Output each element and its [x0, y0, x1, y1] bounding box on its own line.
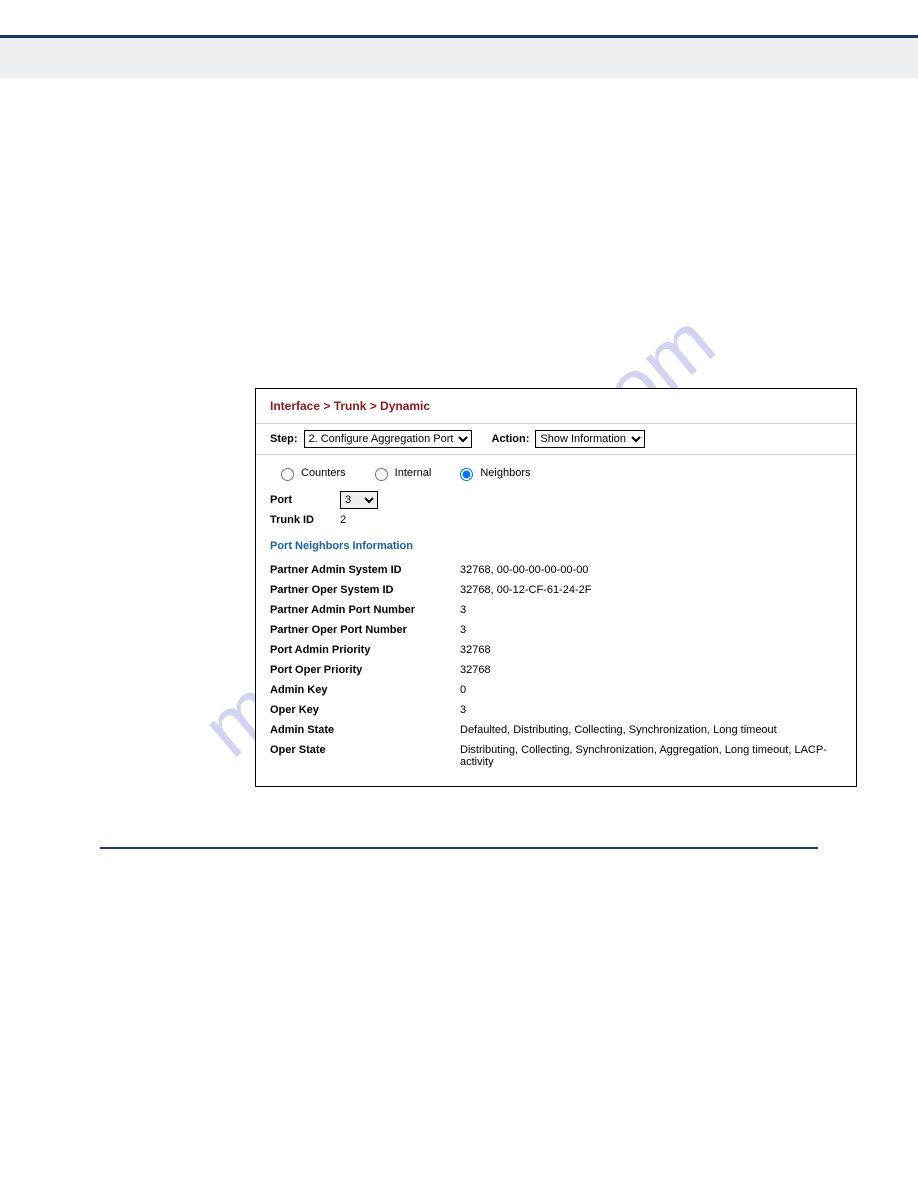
info-val: 32768 — [460, 644, 842, 656]
radio-neighbors[interactable]: Neighbors — [455, 465, 530, 481]
trunk-id-label: Trunk ID — [270, 514, 340, 526]
info-val: 0 — [460, 684, 842, 696]
info-key: Partner Admin Port Number — [270, 604, 460, 616]
info-val: 32768, 00-00-00-00-00-00 — [460, 564, 842, 576]
info-key: Oper State — [270, 744, 460, 768]
table-row: Partner Admin Port Number 3 — [270, 604, 842, 616]
table-row: Port Oper Priority 32768 — [270, 664, 842, 676]
table-row: Oper Key 3 — [270, 704, 842, 716]
trunk-id-value: 2 — [340, 514, 346, 526]
info-key: Port Oper Priority — [270, 664, 460, 676]
info-key: Admin State — [270, 724, 460, 736]
info-key: Partner Admin System ID — [270, 564, 460, 576]
divider — [256, 454, 856, 455]
info-val: 32768 — [460, 664, 842, 676]
table-row: Port Admin Priority 32768 — [270, 644, 842, 656]
radio-internal-input[interactable] — [375, 468, 388, 481]
info-val: 3 — [460, 704, 842, 716]
table-row: Partner Oper Port Number 3 — [270, 624, 842, 636]
port-row: Port 3 — [270, 491, 842, 509]
action-select[interactable]: Show Information — [535, 430, 645, 448]
action-label: Action: — [492, 433, 530, 445]
radio-counters-input[interactable] — [281, 468, 294, 481]
divider — [256, 423, 856, 424]
radio-counters-label: Counters — [301, 467, 346, 479]
info-key: Port Admin Priority — [270, 644, 460, 656]
port-label: Port — [270, 494, 340, 506]
table-row: Oper State Distributing, Collecting, Syn… — [270, 744, 842, 768]
neighbors-info-table: Partner Admin System ID 32768, 00-00-00-… — [270, 560, 842, 772]
section-title: Port Neighbors Information — [270, 540, 842, 552]
header-band — [0, 38, 918, 78]
info-val: 32768, 00-12-CF-61-24-2F — [460, 584, 842, 596]
radio-neighbors-input[interactable] — [460, 468, 473, 481]
radio-neighbors-label: Neighbors — [480, 467, 530, 479]
step-action-row: Step: 2. Configure Aggregation Port Acti… — [270, 430, 842, 448]
table-row: Partner Oper System ID 32768, 00-12-CF-6… — [270, 584, 842, 596]
config-panel: Interface > Trunk > Dynamic Step: 2. Con… — [255, 388, 857, 787]
radio-internal-label: Internal — [395, 467, 432, 479]
info-key: Partner Oper System ID — [270, 584, 460, 596]
bottom-border — [100, 847, 818, 849]
info-key: Partner Oper Port Number — [270, 624, 460, 636]
info-key: Admin Key — [270, 684, 460, 696]
view-radio-group: Counters Internal Neighbors — [276, 465, 842, 481]
info-val: Distributing, Collecting, Synchronizatio… — [460, 744, 842, 768]
breadcrumb: Interface > Trunk > Dynamic — [270, 399, 842, 413]
table-row: Admin State Defaulted, Distributing, Col… — [270, 724, 842, 736]
step-select[interactable]: 2. Configure Aggregation Port — [304, 430, 472, 448]
info-val: Defaulted, Distributing, Collecting, Syn… — [460, 724, 842, 736]
table-row: Partner Admin System ID 32768, 00-00-00-… — [270, 564, 842, 576]
radio-internal[interactable]: Internal — [370, 465, 432, 481]
info-val: 3 — [460, 624, 842, 636]
info-val: 3 — [460, 604, 842, 616]
trunk-row: Trunk ID 2 — [270, 514, 842, 526]
radio-counters[interactable]: Counters — [276, 465, 346, 481]
port-select[interactable]: 3 — [340, 491, 378, 509]
step-label: Step: — [270, 433, 298, 445]
table-row: Admin Key 0 — [270, 684, 842, 696]
info-key: Oper Key — [270, 704, 460, 716]
